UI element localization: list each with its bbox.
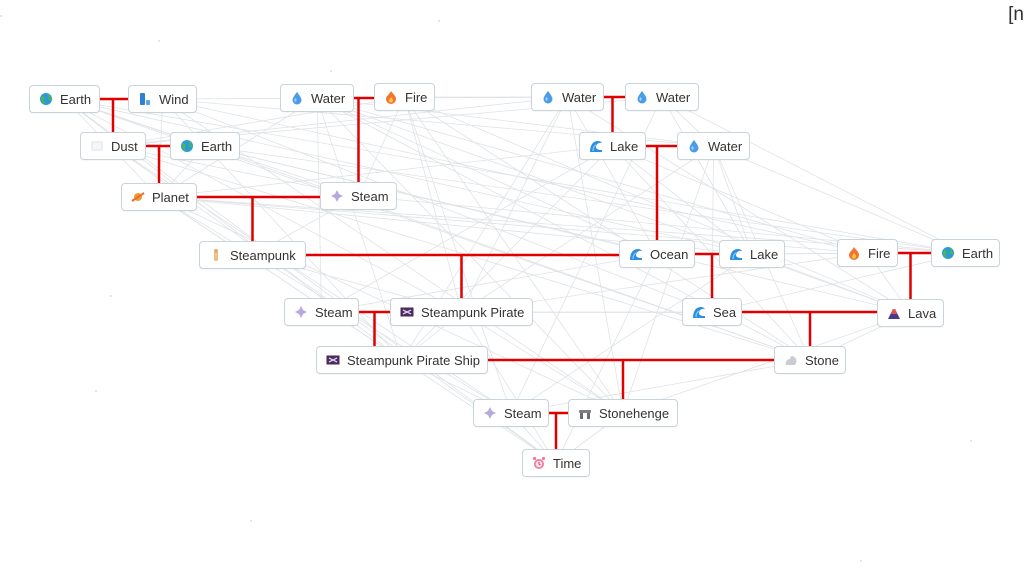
element-label: Dust xyxy=(111,138,138,154)
background-speck xyxy=(250,520,252,522)
corner-text: [n xyxy=(1008,4,1024,25)
element-node-planet[interactable]: Planet xyxy=(121,183,197,211)
element-label: Water xyxy=(311,90,346,106)
element-label: Time xyxy=(553,455,582,471)
element-node-earth2[interactable]: Earth xyxy=(170,132,240,160)
element-label: Water xyxy=(656,89,691,105)
background-link xyxy=(316,97,868,254)
background-link xyxy=(567,96,911,314)
wind-icon xyxy=(138,92,152,106)
element-node-water4[interactable]: Water xyxy=(677,132,750,160)
planet-icon xyxy=(131,190,145,204)
element-label: Lake xyxy=(610,138,639,154)
element-label: Steampunk xyxy=(230,247,296,263)
element-label: Planet xyxy=(152,189,189,205)
background-speck xyxy=(158,40,160,42)
element-node-stone[interactable]: Stone xyxy=(774,346,846,374)
pirate-flag-icon xyxy=(326,353,340,367)
element-label: Stone xyxy=(805,352,839,368)
element-label: Lake xyxy=(750,246,779,262)
element-node-water2[interactable]: Water xyxy=(531,83,604,111)
element-label: Steam xyxy=(504,405,542,421)
wave-icon xyxy=(692,305,706,319)
element-label: Steam xyxy=(315,304,353,320)
element-node-fire2[interactable]: Fire xyxy=(837,239,898,267)
element-node-spship[interactable]: Steampunk Pirate Ship xyxy=(316,346,488,374)
earth-icon xyxy=(180,139,194,153)
element-label: Wind xyxy=(159,91,189,107)
background-speck xyxy=(330,70,332,72)
element-node-sea[interactable]: Sea xyxy=(682,298,742,326)
element-label: Earth xyxy=(201,138,233,154)
element-node-steam3[interactable]: Steam xyxy=(473,399,549,427)
element-label: Earth xyxy=(962,245,994,261)
water-icon xyxy=(635,90,649,104)
background-speck xyxy=(0,15,2,17)
element-label: Water xyxy=(562,89,597,105)
element-node-steam2[interactable]: Steam xyxy=(284,298,359,326)
element-label: Steam xyxy=(351,188,389,204)
element-node-fire1[interactable]: Fire xyxy=(374,83,435,111)
background-speck xyxy=(860,560,862,562)
water-icon xyxy=(290,91,304,105)
water-icon xyxy=(541,90,555,104)
wave-icon xyxy=(729,247,743,261)
element-node-water3[interactable]: Water xyxy=(625,83,699,111)
element-node-stonehenge[interactable]: Stonehenge xyxy=(568,399,678,427)
element-node-spirate[interactable]: Steampunk Pirate xyxy=(390,298,533,326)
background-link xyxy=(713,145,966,254)
background-link xyxy=(622,312,911,414)
element-node-earth1[interactable]: Earth xyxy=(29,85,100,113)
element-node-steam1[interactable]: Steam xyxy=(320,182,397,210)
stone-icon xyxy=(784,353,798,367)
fire-icon xyxy=(384,90,398,104)
wave-icon xyxy=(589,139,603,153)
element-label: Earth xyxy=(60,91,92,107)
volcano-icon xyxy=(887,306,901,320)
element-label: Fire xyxy=(405,89,428,105)
element-node-lake2[interactable]: Lake xyxy=(719,240,785,268)
element-label: Stonehenge xyxy=(599,405,670,421)
wave-icon xyxy=(629,247,643,261)
element-label: Steampunk Pirate Ship xyxy=(347,352,480,368)
element-label: Lava xyxy=(908,305,937,321)
steam-icon xyxy=(294,305,308,319)
element-node-water1[interactable]: Water xyxy=(280,84,354,112)
background-link xyxy=(622,145,714,414)
element-node-earth3[interactable]: Earth xyxy=(931,239,1000,267)
element-label: Steampunk Pirate xyxy=(421,304,525,320)
element-node-steampunk[interactable]: Steampunk xyxy=(199,241,306,269)
steampunk-icon xyxy=(209,248,223,262)
background-speck xyxy=(438,20,440,22)
element-node-wind[interactable]: Wind xyxy=(128,85,197,113)
background-link xyxy=(713,145,753,255)
element-label: Water xyxy=(708,138,743,154)
element-node-dust[interactable]: Dust xyxy=(80,132,146,160)
stonehenge-icon xyxy=(578,406,592,420)
dust-icon xyxy=(90,139,104,153)
water-icon xyxy=(687,139,701,153)
earth-icon xyxy=(39,92,53,106)
element-label: Sea xyxy=(713,304,737,320)
element-node-time[interactable]: Time xyxy=(522,449,590,477)
element-node-ocean[interactable]: Ocean xyxy=(619,240,695,268)
steam-icon xyxy=(330,189,344,203)
alarm-clock-icon xyxy=(532,456,546,470)
background-speck xyxy=(95,390,97,392)
element-node-lake1[interactable]: Lake xyxy=(579,132,646,160)
element-label: Fire xyxy=(868,245,891,261)
element-node-lava[interactable]: Lava xyxy=(877,299,944,327)
earth-icon xyxy=(941,246,955,260)
background-link xyxy=(661,96,966,254)
background-speck xyxy=(110,295,112,297)
background-speck xyxy=(970,440,972,442)
pirate-flag-icon xyxy=(400,305,414,319)
steam-icon xyxy=(483,406,497,420)
fire-icon xyxy=(847,246,861,260)
element-label: Ocean xyxy=(650,246,689,262)
